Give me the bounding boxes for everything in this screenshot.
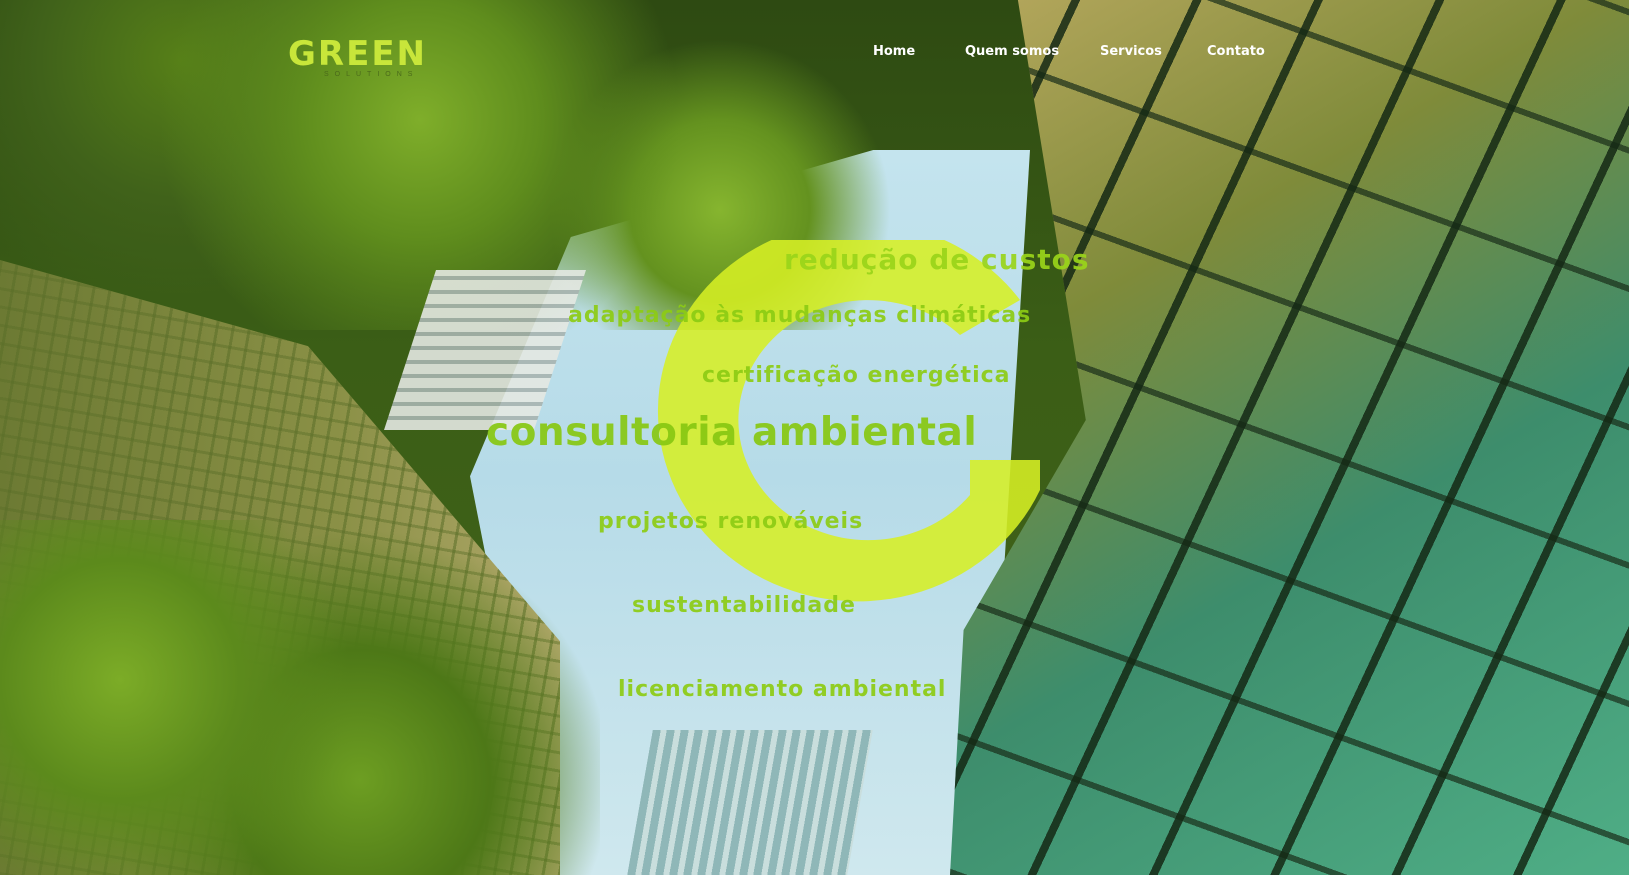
service-projetos-renovaveis: projetos renováveis — [598, 509, 864, 534]
service-sustentabilidade: sustentabilidade — [632, 593, 856, 618]
nav-contato[interactable]: Contato — [1207, 44, 1265, 59]
nav-home[interactable]: Home — [873, 44, 915, 59]
building-bottom — [627, 730, 873, 875]
service-reducao-custos: redução de custos — [784, 243, 1090, 276]
service-consultoria-ambiental: consultoria ambiental — [486, 410, 978, 455]
service-adaptacao-climatica: adaptação às mudanças climáticas — [568, 303, 1032, 328]
nav-quem-somos[interactable]: Quem somos — [965, 44, 1059, 59]
vertical-garden — [0, 520, 600, 875]
logo-tagline: SOLUTIONS — [324, 71, 419, 78]
nav-servicos[interactable]: Servicos — [1100, 44, 1162, 59]
service-certificacao-energetica: certificação energética — [702, 363, 1011, 388]
top-nav: Home Quem somos Servicos Contato — [0, 44, 1629, 64]
service-licenciamento-ambiental: licenciamento ambiental — [618, 677, 947, 702]
